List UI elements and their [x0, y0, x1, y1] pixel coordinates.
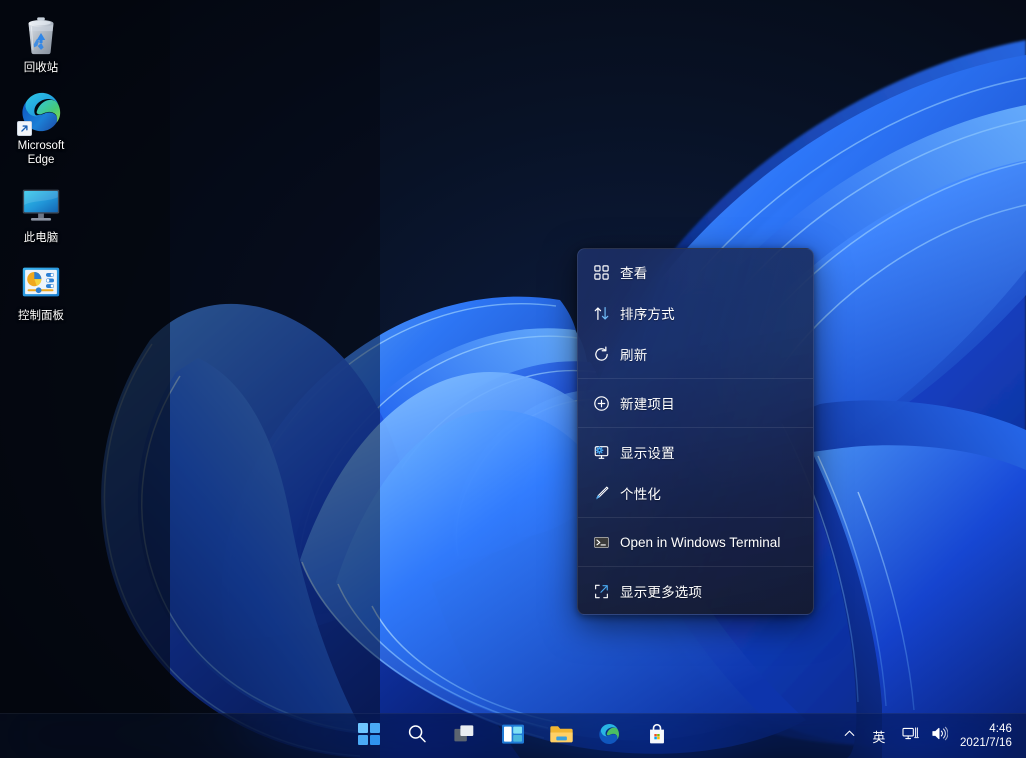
desktop-icon-microsoft-edge[interactable]: Microsoft Edge [1, 84, 81, 170]
taskbar-clock[interactable]: 4:46 2021/7/16 [954, 717, 1020, 755]
microsoft-edge-icon [17, 88, 65, 136]
start-button[interactable] [349, 717, 389, 755]
desktop-icon-label: 回收站 [24, 61, 59, 75]
ime-indicator-button[interactable]: 英 [862, 717, 896, 755]
context-menu-item-label: 个性化 [620, 483, 661, 503]
context-menu-item-display-settings[interactable]: 显示设置 [582, 432, 809, 472]
network-icon [902, 726, 919, 746]
context-menu-group-5: 显示更多选项 [578, 568, 813, 614]
desktop-icon-grid[interactable]: 回收站 [0, 0, 82, 332]
task-view-button[interactable] [445, 717, 485, 755]
desktop-icon-label: 控制面板 [18, 309, 64, 323]
taskbar-system-tray[interactable]: 英 [837, 714, 1020, 758]
volume-icon [931, 726, 948, 746]
context-menu-item-new[interactable]: 新建项目 [582, 383, 809, 423]
file-explorer-button[interactable] [541, 717, 581, 755]
task-view-icon [453, 723, 477, 750]
clock-time: 4:46 [989, 722, 1012, 736]
search-icon [406, 723, 428, 750]
context-menu-separator [578, 566, 813, 567]
display-settings-icon [582, 444, 620, 461]
context-menu-separator [578, 517, 813, 518]
context-menu-item-label: 显示更多选项 [620, 581, 702, 601]
microsoft-store-icon [646, 723, 668, 750]
context-menu-group-1: 查看 排序方式 刷新 [578, 249, 813, 377]
widgets-button[interactable] [493, 717, 533, 755]
ime-label: 英 [868, 727, 890, 746]
context-menu-item-label: 显示设置 [620, 442, 675, 462]
context-menu-item-refresh[interactable]: 刷新 [582, 334, 809, 374]
view-grid-icon [582, 264, 620, 281]
shortcut-arrow-badge [17, 121, 32, 136]
desktop-icon-recycle-bin[interactable]: 回收站 [1, 6, 81, 78]
edge-label-line2: Edge [28, 154, 55, 166]
new-item-plus-icon [582, 395, 620, 412]
context-menu-item-label: 刷新 [620, 344, 647, 364]
context-menu-item-sort-by[interactable]: 排序方式 [582, 293, 809, 333]
edge-label-line1: Microsoft [18, 140, 65, 152]
search-button[interactable] [397, 717, 437, 755]
context-menu-separator [578, 427, 813, 428]
desktop-icon-label: Microsoft Edge [18, 139, 65, 167]
show-more-options-icon [582, 583, 620, 600]
this-pc-icon [17, 180, 65, 228]
context-menu-item-open-in-windows-terminal[interactable]: Open in Windows Terminal [582, 522, 809, 562]
desktop-icon-control-panel[interactable]: 控制面板 [1, 254, 81, 326]
widgets-icon [501, 723, 525, 750]
desktop-context-menu[interactable]: 查看 排序方式 刷新 [577, 248, 814, 615]
context-menu-item-view[interactable]: 查看 [582, 252, 809, 292]
recycle-bin-icon [17, 10, 65, 58]
context-menu-group-4: Open in Windows Terminal [578, 519, 813, 565]
wallpaper-image [0, 0, 1026, 758]
windows-terminal-icon [582, 534, 620, 551]
desktop[interactable]: 回收站 [0, 0, 1026, 758]
context-menu-group-3: 显示设置 个性化 [578, 429, 813, 516]
context-menu-item-show-more-options[interactable]: 显示更多选项 [582, 571, 809, 611]
context-menu-item-personalize[interactable]: 个性化 [582, 473, 809, 513]
personalize-brush-icon [582, 485, 620, 502]
windows-logo-icon [358, 723, 380, 750]
context-menu-separator [578, 378, 813, 379]
store-button[interactable] [637, 717, 677, 755]
context-menu-item-label: Open in Windows Terminal [620, 535, 780, 550]
desktop-icon-label: 此电脑 [24, 231, 59, 245]
windows-taskbar[interactable]: 英 [0, 713, 1026, 758]
volume-button[interactable] [925, 717, 954, 755]
microsoft-edge-icon [597, 722, 621, 751]
desktop-icon-this-pc[interactable]: 此电脑 [1, 176, 81, 248]
context-menu-item-label: 新建项目 [620, 393, 675, 413]
clock-date: 2021/7/16 [960, 736, 1012, 750]
context-menu-group-2: 新建项目 [578, 380, 813, 426]
control-panel-icon [17, 258, 65, 306]
edge-button[interactable] [589, 717, 629, 755]
context-menu-item-label: 查看 [620, 262, 647, 282]
network-button[interactable] [896, 717, 925, 755]
chevron-up-icon [843, 727, 856, 745]
tray-overflow-button[interactable] [837, 717, 862, 755]
sort-arrows-icon [582, 305, 620, 322]
refresh-icon [582, 346, 620, 363]
context-menu-item-label: 排序方式 [620, 303, 675, 323]
file-explorer-icon [549, 723, 574, 750]
